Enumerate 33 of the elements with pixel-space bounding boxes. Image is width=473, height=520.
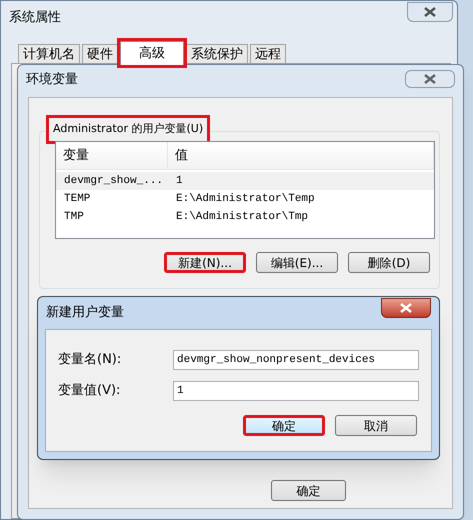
table-row[interactable]: devmgr_show_... 1 (56, 172, 434, 190)
close-icon (424, 7, 436, 17)
input-field[interactable]: devmgr_show_nonpresent_devices (173, 350, 419, 370)
window-title: 环境变量 (26, 71, 78, 90)
table-row[interactable]: TMP E:\Administrator\Tmp (56, 208, 434, 226)
button[interactable]: 取消 (335, 415, 417, 436)
tab[interactable]: 计算机名 (18, 44, 80, 65)
button[interactable]: 确定 (271, 480, 346, 501)
window-title: 新建用户变量 (46, 304, 124, 322)
close-button[interactable] (381, 298, 431, 318)
field-label: 变量名(N): (58, 351, 122, 370)
button[interactable]: 删除(D) (348, 252, 430, 273)
table-cell-text: TEMP (63, 192, 92, 207)
button[interactable]: 确定 (243, 415, 325, 436)
button[interactable]: 新建(N)... (164, 252, 246, 273)
close-button[interactable] (405, 70, 455, 88)
input-field[interactable]: 1 (173, 381, 419, 401)
column-header[interactable]: 变量 (56, 142, 168, 169)
close-button[interactable] (407, 2, 453, 22)
table-cell-text: 1 (175, 174, 184, 189)
table-cell-text: devmgr_show_... (63, 174, 164, 189)
table-row[interactable]: TEMP E:\Administrator\Temp (56, 190, 434, 208)
column-header[interactable]: 值 (168, 142, 434, 169)
close-icon (400, 303, 412, 313)
table-cell-text: E:\Administrator\Tmp (175, 210, 310, 225)
table-cell-text: TMP (63, 210, 85, 225)
window-title: 系统属性 (9, 9, 61, 28)
button[interactable]: 编辑(E)... (256, 252, 338, 273)
tab[interactable]: 高级 (120, 41, 184, 65)
table-cell-text: E:\Administrator\Temp (175, 192, 316, 207)
close-icon (424, 74, 436, 84)
field-label: 变量值(V): (58, 382, 122, 400)
tab[interactable]: 远程 (250, 44, 286, 65)
